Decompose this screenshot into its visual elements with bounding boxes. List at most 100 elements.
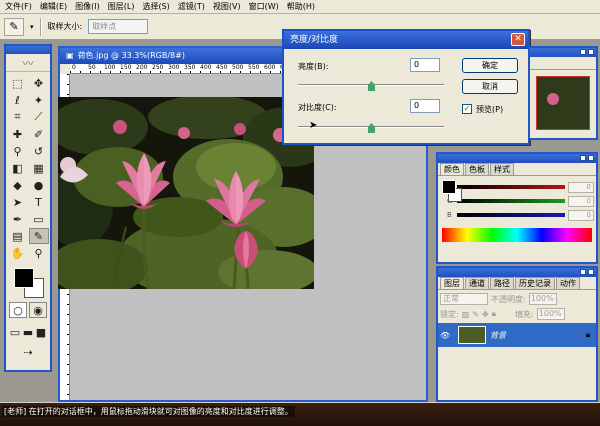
menu-help[interactable]: 帮助(H) bbox=[284, 1, 318, 13]
panel-close-icon[interactable] bbox=[588, 269, 594, 275]
green-slider[interactable] bbox=[457, 199, 565, 203]
crop-tool-icon[interactable]: ⌗ bbox=[8, 109, 28, 125]
color-spectrum-bar[interactable] bbox=[442, 228, 592, 242]
type-tool-icon[interactable]: T bbox=[29, 194, 49, 210]
tab-paths[interactable]: 路径 bbox=[490, 277, 514, 289]
eyedropper-tool-icon[interactable]: ✎ bbox=[28, 228, 49, 244]
toolbox-titlebar[interactable] bbox=[6, 46, 50, 54]
full-screen-mode-icon[interactable]: ■ bbox=[35, 324, 47, 340]
panel-minimize-icon[interactable] bbox=[580, 49, 586, 55]
quick-mask-mode-icon[interactable]: ◉ bbox=[29, 302, 47, 318]
menu-image[interactable]: 图像(I) bbox=[72, 1, 103, 13]
magic-wand-tool-icon[interactable]: ✦ bbox=[29, 92, 49, 108]
menu-edit[interactable]: 编辑(E) bbox=[37, 1, 70, 13]
zoom-tool-icon[interactable]: ⚲ bbox=[29, 245, 49, 261]
lock-label: 锁定: bbox=[440, 309, 459, 319]
fill-input[interactable]: 100% bbox=[536, 308, 565, 320]
layer-visibility-eye-icon[interactable]: 👁︎ bbox=[440, 331, 454, 340]
standard-screen-mode-icon[interactable]: ▭ bbox=[9, 324, 21, 340]
history-brush-tool-icon[interactable]: ↺ bbox=[29, 143, 49, 159]
blue-slider[interactable] bbox=[457, 213, 565, 217]
toolbox: 〰 ⬚ ✥ ℓ ✦ ⌗ ⟋ ✚ ✐ ⚲ ↺ ◧ ▦ ◆ ● ➤ T ✒ ▭ ▤ … bbox=[4, 44, 52, 372]
blue-slider-row: B 0 bbox=[447, 208, 594, 222]
panel-close-icon[interactable] bbox=[588, 49, 594, 55]
preview-label[interactable]: 预览(P) bbox=[476, 104, 503, 115]
panel-close-icon[interactable] bbox=[588, 155, 594, 161]
standard-mode-icon[interactable]: ○ bbox=[9, 302, 27, 318]
foreground-color-swatch[interactable] bbox=[14, 268, 34, 288]
lock-all-icon[interactable]: 🔒︎ bbox=[492, 309, 496, 319]
layer-name: 背景 bbox=[490, 330, 506, 340]
layer-row-background[interactable]: 👁︎ 背景 🔒︎ bbox=[438, 323, 596, 347]
dialog-titlebar[interactable]: 亮度/对比度 ✕ bbox=[284, 31, 528, 49]
blend-mode-select[interactable]: 正常 bbox=[440, 293, 488, 305]
brush-tool-icon[interactable]: ✐ bbox=[29, 126, 49, 142]
tab-color[interactable]: 颜色 bbox=[440, 163, 464, 175]
color-swatches bbox=[12, 268, 50, 298]
dodge-tool-icon[interactable]: ● bbox=[29, 177, 49, 193]
lock-transparent-icon[interactable]: ▨ bbox=[462, 310, 470, 319]
full-screen-menu-mode-icon[interactable]: ▬ bbox=[22, 324, 34, 340]
tab-channels[interactable]: 通道 bbox=[465, 277, 489, 289]
preview-checkbox[interactable]: ✓ bbox=[462, 104, 472, 114]
menu-window[interactable]: 窗口(W) bbox=[246, 1, 282, 13]
tab-actions[interactable]: 动作 bbox=[556, 277, 580, 289]
gradient-tool-icon[interactable]: ▦ bbox=[29, 160, 49, 176]
contrast-input[interactable]: 0 bbox=[410, 99, 440, 113]
contrast-slider-thumb[interactable] bbox=[368, 123, 375, 133]
lock-position-icon[interactable]: ✥ bbox=[482, 310, 489, 319]
pen-tool-icon[interactable]: ✒ bbox=[8, 211, 28, 227]
navigator-thumbnail[interactable] bbox=[536, 76, 590, 130]
menu-file[interactable]: 文件(F) bbox=[2, 1, 35, 13]
blue-value[interactable]: 0 bbox=[568, 209, 594, 221]
brightness-input[interactable]: 0 bbox=[410, 58, 440, 72]
feather-logo-icon[interactable]: 〰 bbox=[6, 54, 50, 72]
healing-brush-tool-icon[interactable]: ✚ bbox=[8, 126, 28, 142]
marquee-tool-icon[interactable]: ⬚ bbox=[8, 75, 28, 91]
lock-image-icon[interactable]: ✎ bbox=[472, 310, 479, 319]
notes-tool-icon[interactable]: ▤ bbox=[8, 228, 28, 244]
status-bar: [老师] 在打开的对话框中，用鼠标拖动滑块就可对图像的亮度和对比度进行调整。 bbox=[0, 403, 600, 426]
menu-layer[interactable]: 图层(L) bbox=[105, 1, 138, 13]
green-value[interactable]: 0 bbox=[568, 195, 594, 207]
panel-minimize-icon[interactable] bbox=[580, 155, 586, 161]
sample-size-select[interactable]: 取样点 bbox=[88, 19, 149, 34]
tab-swatches[interactable]: 色板 bbox=[465, 163, 489, 175]
menu-filter[interactable]: 滤镜(T) bbox=[175, 1, 208, 13]
cancel-button[interactable]: 取消 bbox=[462, 79, 518, 94]
panel-minimize-icon[interactable] bbox=[580, 269, 586, 275]
ruler-tick-label: 150 bbox=[120, 64, 132, 71]
navigator-titlebar[interactable] bbox=[530, 48, 596, 57]
lotus-photo-canvas[interactable] bbox=[58, 97, 314, 289]
shape-tool-icon[interactable]: ▭ bbox=[29, 211, 49, 227]
lasso-tool-icon[interactable]: ℓ bbox=[8, 92, 28, 108]
preset-dropdown-arrow-icon[interactable]: ▾ bbox=[30, 23, 34, 31]
blur-tool-icon[interactable]: ◆ bbox=[8, 177, 28, 193]
color-panel-titlebar[interactable] bbox=[438, 154, 596, 163]
dialog-close-button[interactable]: ✕ bbox=[511, 33, 525, 46]
menu-view[interactable]: 视图(V) bbox=[210, 1, 244, 13]
tab-layers[interactable]: 图层 bbox=[440, 277, 464, 289]
color-panel-tabs: 颜色 色板 样式 bbox=[438, 163, 596, 176]
panel-fg-swatch[interactable] bbox=[442, 180, 456, 194]
ruler-tick-label: 250 bbox=[152, 64, 164, 71]
layers-panel-tabs: 图层 通道 路径 历史记录 动作 bbox=[438, 277, 596, 290]
ok-button[interactable]: 确定 bbox=[462, 58, 518, 73]
clone-stamp-tool-icon[interactable]: ⚲ bbox=[8, 143, 28, 159]
move-tool-icon[interactable]: ✥ bbox=[29, 75, 49, 91]
eraser-tool-icon[interactable]: ◧ bbox=[8, 160, 28, 176]
menu-select[interactable]: 选择(S) bbox=[139, 1, 172, 13]
eyedropper-preset-button[interactable]: ✎ bbox=[4, 17, 24, 36]
slice-tool-icon[interactable]: ⟋ bbox=[29, 109, 49, 125]
layers-panel-titlebar[interactable] bbox=[438, 268, 596, 277]
path-selection-tool-icon[interactable]: ➤ bbox=[8, 194, 28, 210]
tab-history[interactable]: 历史记录 bbox=[515, 277, 555, 289]
red-value[interactable]: 0 bbox=[568, 181, 594, 193]
red-slider[interactable] bbox=[457, 185, 565, 189]
ruler-tick-label: 450 bbox=[216, 64, 228, 71]
tab-styles[interactable]: 样式 bbox=[490, 163, 514, 175]
jump-to-imageready-icon[interactable]: ⇢ bbox=[18, 344, 38, 360]
opacity-input[interactable]: 100% bbox=[528, 293, 557, 305]
brightness-slider-thumb[interactable] bbox=[368, 81, 375, 91]
hand-tool-icon[interactable]: ✋ bbox=[8, 245, 28, 261]
